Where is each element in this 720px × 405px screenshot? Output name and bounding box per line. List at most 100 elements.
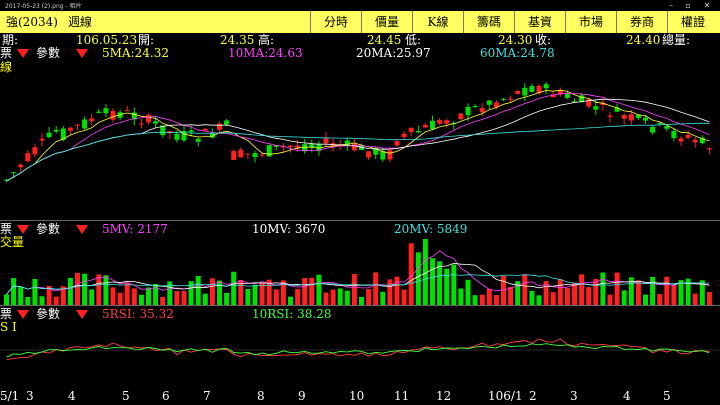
tab-chips[interactable]: 籌碼: [463, 11, 514, 33]
mv5-value: 5MV: 2177: [102, 222, 168, 236]
close-value: 24.40: [626, 33, 661, 47]
volume-bar: [245, 288, 251, 305]
volume-bar: [373, 272, 379, 305]
candle-body: [444, 120, 450, 124]
rsi-select-triangle-icon[interactable]: [76, 310, 88, 319]
tab-intraday[interactable]: 分時: [310, 11, 361, 33]
candle-body: [607, 115, 613, 117]
volume-bar: [330, 289, 336, 305]
volume-bar: [557, 279, 563, 305]
ma-params-triangle-icon[interactable]: [17, 49, 29, 58]
candle-body: [394, 140, 400, 146]
x-axis-label: 4: [68, 389, 76, 403]
candle-body: [564, 93, 570, 98]
candle-body: [217, 123, 222, 130]
candle-body: [202, 128, 208, 131]
candle-body: [415, 130, 421, 133]
volume-bar: [415, 252, 421, 305]
volume-bar: [572, 282, 577, 305]
x-axis-label: 8: [257, 389, 265, 403]
candle-body: [351, 143, 357, 151]
volume-bar: [706, 291, 712, 305]
candle-body: [458, 113, 464, 120]
rsi-params-triangle-icon[interactable]: [17, 310, 29, 319]
high-value: 24.45: [367, 33, 402, 47]
candle-body: [643, 117, 648, 121]
open-value: 24.35: [220, 33, 255, 47]
x-axis-label: 9: [298, 389, 306, 403]
volume-bar: [614, 272, 620, 305]
volume-bar: [309, 277, 315, 305]
rsi-params-button[interactable]: 參數: [36, 307, 60, 321]
volume-bar: [18, 287, 24, 305]
candle-body: [408, 127, 414, 133]
candle-body: [89, 118, 95, 122]
maximize-icon[interactable]: ▫: [681, 0, 695, 11]
tab-price-volume[interactable]: 價量: [361, 11, 412, 33]
volume-params-button[interactable]: 參數: [36, 222, 60, 236]
volume-bar: [593, 278, 599, 305]
volume-bar: [124, 282, 130, 305]
price-chart[interactable]: [0, 60, 720, 220]
volume-bar: [75, 272, 80, 305]
x-axis-label: 6: [162, 389, 170, 403]
minimize-icon[interactable]: –: [664, 0, 678, 11]
candle-body: [671, 130, 677, 139]
mv20-value: 20MV: 5849: [394, 222, 468, 236]
stock-name: 強(2034): [6, 15, 58, 29]
volume-bar: [174, 290, 180, 305]
volume-bar: [82, 273, 88, 305]
volume-row: 票 參數 5MV: 2177 10MV: 3670 20MV: 5849: [0, 222, 720, 236]
tab-fundamentals[interactable]: 基資: [514, 11, 565, 33]
close-icon[interactable]: ✕: [700, 0, 714, 11]
tab-brokers[interactable]: 券商: [616, 11, 667, 33]
volume-bar: [430, 258, 435, 305]
tab-market[interactable]: 市場: [565, 11, 616, 33]
volume-bar: [635, 280, 641, 305]
tab-kline[interactable]: K線: [412, 11, 463, 33]
volume-bar: [522, 274, 528, 305]
tab-warrants[interactable]: 權證: [667, 11, 718, 33]
candle-body: [529, 86, 535, 92]
volume-bar: [465, 279, 471, 305]
candle-body: [259, 154, 265, 156]
ma60-value: 60MA:24.78: [480, 46, 555, 60]
volume-bar: [643, 294, 648, 305]
candle-body: [238, 149, 244, 158]
ma-params-button[interactable]: 參數: [36, 46, 60, 60]
candle-body: [472, 106, 478, 108]
candle-body: [110, 110, 116, 120]
candle-body: [501, 98, 506, 100]
volume-params-triangle-icon[interactable]: [17, 225, 29, 234]
volume-bar: [529, 290, 535, 305]
candle-body: [124, 110, 130, 112]
volume-bar: [195, 275, 201, 305]
candle-body: [245, 153, 251, 155]
volume-bar: [202, 293, 208, 305]
volume-bar: [11, 278, 17, 305]
window-title: 2017-05-23 (2).png - 相片: [5, 3, 82, 10]
volume-bar: [224, 292, 230, 305]
stock-title: 強(2034) 週線: [0, 11, 310, 33]
candle-body: [692, 139, 698, 143]
volume-select-triangle-icon[interactable]: [76, 225, 88, 234]
volume-bar: [444, 268, 450, 305]
candle-body: [678, 138, 684, 142]
volume-chart[interactable]: [0, 235, 720, 305]
high-label: 高:: [258, 33, 275, 47]
candle-body: [650, 126, 656, 133]
candle-body: [486, 100, 492, 105]
rsi-chart[interactable]: [0, 320, 720, 386]
candle-body: [146, 114, 151, 123]
volume-bar: [217, 280, 222, 305]
candle-body: [195, 138, 201, 142]
x-axis-label: 3: [26, 389, 34, 403]
volume-bar: [316, 274, 322, 305]
candle-body: [224, 120, 230, 125]
candle-body: [522, 87, 528, 96]
ma-select-triangle-icon[interactable]: [76, 49, 88, 58]
volume-bar: [600, 272, 606, 305]
candle-body: [96, 111, 102, 113]
candle-body: [685, 134, 691, 138]
volume-bar: [39, 296, 45, 305]
